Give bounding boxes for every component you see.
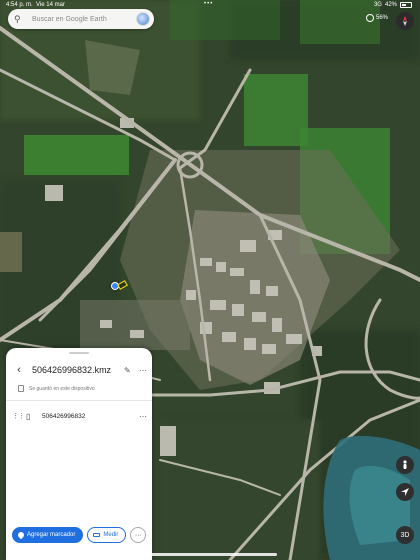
- back-arrow-icon[interactable]: ‹: [10, 364, 28, 376]
- battery-percent: 42%: [384, 2, 397, 8]
- add-marker-label: Agregar marcador: [27, 532, 76, 538]
- my-location-icon: [401, 488, 409, 496]
- multitask-dots[interactable]: •••: [204, 1, 213, 7]
- drag-handle-icon[interactable]: ⋮⋮: [12, 412, 25, 420]
- home-indicator[interactable]: [143, 553, 277, 556]
- more-actions-button[interactable]: ···: [130, 527, 147, 543]
- earth-logo-icon[interactable]: [136, 12, 150, 26]
- status-time: 4:54 p. m. Vie 14 mar: [6, 2, 65, 8]
- status-right: 3G 42%: [374, 2, 412, 8]
- item-more-icon[interactable]: ⋯: [136, 412, 150, 421]
- sheet-more-icon[interactable]: ⋯: [136, 366, 150, 375]
- search-bar[interactable]: ⚲ Buscar en Google Earth: [8, 9, 154, 29]
- cloud-percent: 56%: [376, 15, 389, 21]
- view-3d-button[interactable]: 3D: [396, 526, 414, 544]
- battery-icon: [400, 2, 412, 8]
- sheet-actions: Agregar marcador Medir ···: [12, 527, 147, 543]
- sheet-title: 506426996832.kmz: [32, 365, 112, 375]
- add-marker-button[interactable]: Agregar marcador: [12, 527, 84, 543]
- list-item[interactable]: ⋮⋮ ▯ 506426996832 ⋯: [6, 408, 152, 424]
- view-3d-label: 3D: [400, 531, 410, 539]
- pegman-button[interactable]: [396, 456, 414, 474]
- sheet-header: ‹ 506426996832.kmz ✎ ⋯: [6, 360, 152, 380]
- signal-label: 3G: [373, 2, 382, 8]
- more-actions-label: ···: [134, 531, 142, 539]
- list-item-name: 506426996832: [42, 412, 86, 420]
- edit-pencil-icon[interactable]: ✎: [124, 366, 136, 375]
- saved-note-text: Se guardó en este dispositivo: [29, 385, 95, 392]
- pin-icon: [16, 530, 26, 540]
- cloud-icon: [366, 14, 374, 22]
- divider: [6, 400, 152, 401]
- sheet-drag-handle[interactable]: [69, 352, 89, 354]
- kmz-details-sheet: ‹ 506426996832.kmz ✎ ⋯ Se guardó en este…: [6, 348, 152, 560]
- compass-icon: [403, 16, 407, 26]
- measure-label: Medir: [103, 532, 119, 538]
- polygon-layer-icon: ▯: [26, 411, 31, 421]
- search-icon: ⚲: [14, 13, 21, 24]
- device-icon: [18, 385, 24, 392]
- cloud-layer-indicator[interactable]: 56%: [366, 14, 388, 22]
- search-placeholder[interactable]: Buscar en Google Earth: [32, 16, 136, 23]
- measure-button[interactable]: Medir: [87, 527, 127, 543]
- my-location-button[interactable]: [396, 483, 414, 501]
- compass-button[interactable]: [396, 12, 414, 30]
- saved-note: Se guardó en este dispositivo: [18, 385, 95, 392]
- ruler-icon: [93, 533, 101, 537]
- pegman-icon: [403, 460, 407, 469]
